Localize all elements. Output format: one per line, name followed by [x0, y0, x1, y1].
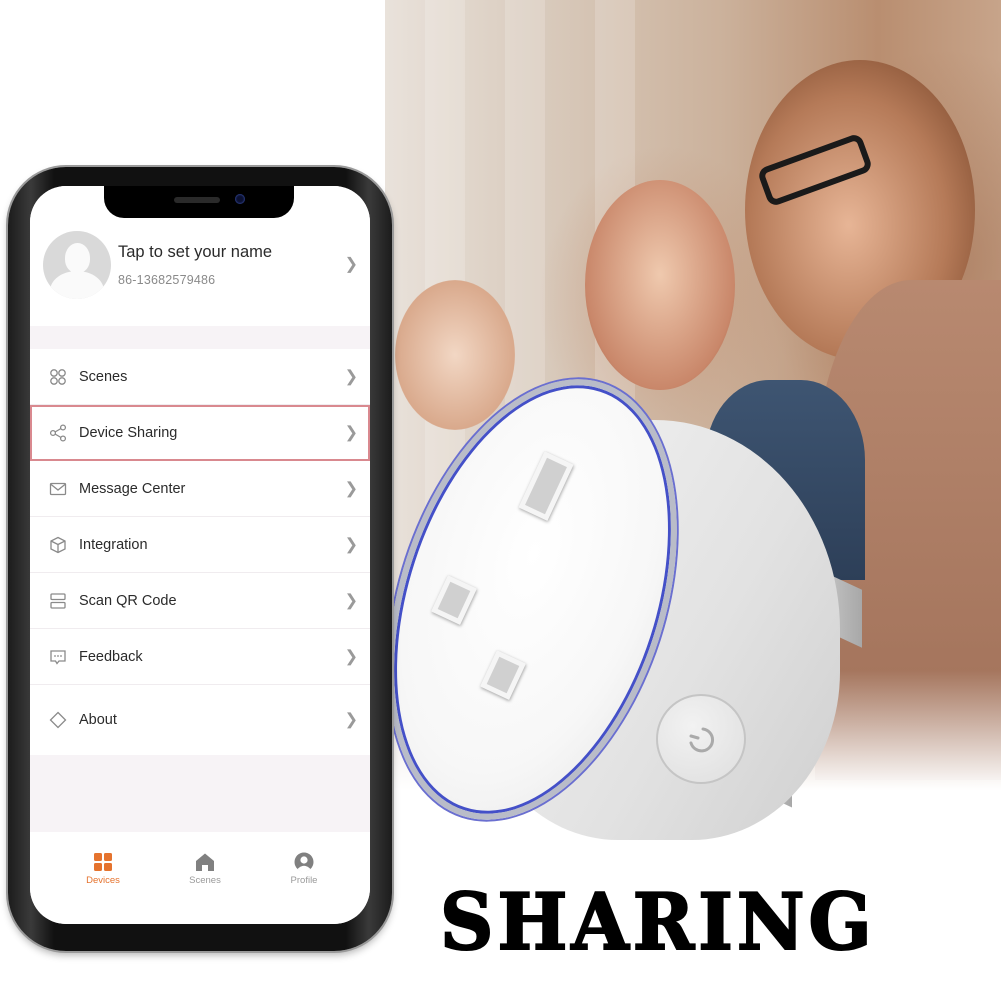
- phone-notch: [104, 186, 294, 218]
- woman-face: [585, 180, 735, 390]
- hand-with-remote: [395, 280, 515, 430]
- scenes-grid-icon: [49, 368, 67, 386]
- chevron-right-icon: ❯: [344, 424, 358, 442]
- avatar-head: [65, 243, 90, 273]
- share-icon: [49, 423, 67, 442]
- menu-item-label: Integration: [79, 536, 148, 553]
- chat-bubble-icon: [49, 648, 67, 666]
- profile-icon: [294, 852, 314, 872]
- power-button[interactable]: [656, 694, 746, 784]
- menu-item-about[interactable]: About ❯: [30, 685, 370, 755]
- menu-item-label: Scan QR Code: [79, 592, 177, 609]
- menu-item-label: Message Center: [79, 480, 186, 497]
- tab-profile[interactable]: Profile: [264, 852, 344, 886]
- menu-item-label: About: [79, 712, 117, 728]
- tab-label: Scenes: [189, 875, 221, 886]
- menu-item-label: Device Sharing: [79, 424, 178, 441]
- devices-grid-icon: [94, 853, 112, 871]
- scan-icon: [49, 592, 67, 610]
- tab-label: Devices: [86, 875, 120, 886]
- menu-item-label: Scenes: [79, 368, 128, 385]
- profile-menu: Scenes ❯ Device Sharing ❯ Message Center…: [30, 349, 370, 755]
- menu-item-scan-qr-code[interactable]: Scan QR Code ❯: [30, 573, 370, 629]
- envelope-icon: [49, 480, 67, 498]
- home-icon: [196, 853, 214, 871]
- profile-name-prompt[interactable]: Tap to set your name: [118, 243, 272, 262]
- menu-item-label: Feedback: [79, 648, 143, 665]
- chevron-right-icon: ❯: [344, 536, 358, 554]
- chevron-right-icon: ❯: [344, 711, 358, 729]
- phone-screen: Tap to set your name 86-13682579486 ❯ Sc…: [30, 186, 370, 924]
- chevron-right-icon: ❯: [344, 648, 358, 666]
- chevron-right-icon: ❯: [344, 256, 358, 273]
- bottom-tab-bar: Devices Scenes Profile: [30, 832, 370, 924]
- menu-item-integration[interactable]: Integration ❯: [30, 517, 370, 573]
- tab-devices[interactable]: Devices: [63, 852, 143, 886]
- chevron-right-icon: ❯: [344, 368, 358, 386]
- menu-item-device-sharing[interactable]: Device Sharing ❯: [30, 405, 370, 461]
- chevron-right-icon: ❯: [344, 592, 358, 610]
- menu-item-scenes[interactable]: Scenes ❯: [30, 349, 370, 405]
- menu-item-message-center[interactable]: Message Center ❯: [30, 461, 370, 517]
- profile-phone-number: 86-13682579486: [118, 273, 216, 287]
- front-camera: [235, 194, 245, 204]
- avatar[interactable]: [43, 231, 111, 299]
- menu-item-feedback[interactable]: Feedback ❯: [30, 629, 370, 685]
- tab-label: Profile: [290, 875, 318, 886]
- tab-scenes[interactable]: Scenes: [165, 852, 245, 886]
- avatar-shoulders: [50, 271, 104, 299]
- diamond-icon: [49, 711, 67, 729]
- earpiece-speaker: [174, 197, 220, 203]
- headline-text: SHARING: [439, 877, 876, 969]
- power-icon: [689, 727, 715, 753]
- chevron-right-icon: ❯: [344, 480, 358, 498]
- cube-icon: [49, 536, 67, 554]
